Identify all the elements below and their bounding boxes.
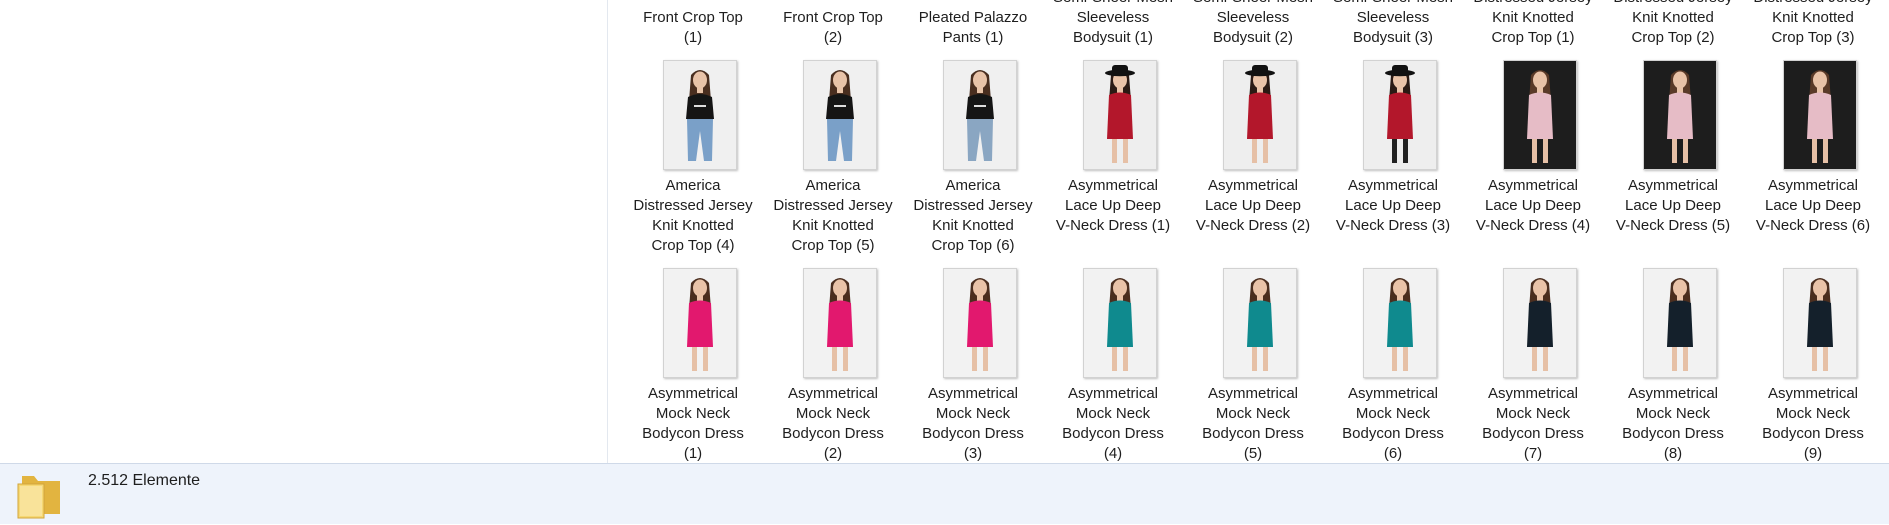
file-name-label: Asymmetrical Mock Neck Bodycon Dress (8) (1622, 385, 1724, 462)
file-name-label: Semi-Sheer MeshSleevelessBodysuit (2) (1193, 0, 1313, 46)
file-thumbnail[interactable] (803, 60, 877, 170)
file-thumbnail[interactable] (1783, 268, 1857, 378)
file-thumbnail[interactable] (1783, 60, 1857, 170)
folder-icon (14, 470, 66, 520)
file-thumbnail[interactable] (1223, 60, 1297, 170)
navigation-pane[interactable] (0, 0, 608, 463)
file-name-label: Pleated Palazzo Pants (1) (918, 9, 1028, 46)
status-bar: 2.512 Elemente (0, 463, 1889, 524)
file-name-label: Distressed JerseyKnit KnottedCrop Top (2… (1613, 0, 1732, 46)
file-name-label: Asymmetrical Lace Up Deep V-Neck Dress (5) (1615, 177, 1731, 234)
file-name-label: Asymmetrical Lace Up Deep V-Neck Dress (1) (1055, 177, 1171, 234)
file-thumbnail[interactable] (1223, 268, 1297, 378)
file-thumbnail[interactable] (663, 60, 737, 170)
file-thumbnail[interactable] (1643, 60, 1717, 170)
item-count: 2.512 Elemente (88, 472, 201, 489)
file-thumbnail[interactable] (1363, 60, 1437, 170)
file-name-label: America Distressed Jersey Knit Knotted Crop… (773, 177, 893, 254)
file-thumbnail[interactable] (1643, 268, 1717, 378)
file-name-label: Asymmetrical Mock Neck Bodycon Dress (6) (1342, 385, 1444, 462)
file-name-label: Asymmetrical Lace Up Deep V-Neck Dress (3) (1335, 177, 1451, 234)
file-list-view[interactable]: Front Crop Top (1) Front Crop Top (2) Pleate… (608, 0, 1889, 463)
file-thumbnail[interactable] (1503, 60, 1577, 170)
file-name-label: Front Crop Top (2) (783, 9, 883, 46)
file-name-label: Asymmetrical Mock Neck Bodycon Dress (5) (1202, 385, 1304, 462)
file-thumbnail[interactable] (663, 268, 737, 378)
file-name-label: Asymmetrical Lace Up Deep V-Neck Dress (6) (1755, 177, 1871, 234)
file-name-label: Semi-Sheer MeshSleevelessBodysuit (1) (1053, 0, 1173, 46)
file-name-label: America Distressed Jersey Knit Knotted Crop… (633, 177, 753, 254)
file-name-label: Asymmetrical Mock Neck Bodycon Dress (9) (1762, 385, 1864, 462)
file-name-label: Asymmetrical Mock Neck Bodycon Dress (4) (1062, 385, 1164, 462)
file-thumbnail[interactable] (943, 60, 1017, 170)
file-name-label: Asymmetrical Mock Neck Bodycon Dress (1) (642, 385, 744, 462)
file-name-label: Asymmetrical Lace Up Deep V-Neck Dress (2) (1195, 177, 1311, 234)
file-name-label: Semi-Sheer MeshSleevelessBodysuit (3) (1333, 0, 1453, 46)
file-name-label: Distressed JerseyKnit KnottedCrop Top (3… (1753, 0, 1872, 46)
file-thumbnail[interactable] (1363, 268, 1437, 378)
file-name-label: Asymmetrical Mock Neck Bodycon Dress (3) (922, 385, 1024, 462)
file-name-label: Front Crop Top (1) (643, 9, 743, 46)
file-name-label: Asymmetrical Lace Up Deep V-Neck Dress (4) (1475, 177, 1591, 234)
file-thumbnail[interactable] (943, 268, 1017, 378)
file-thumbnail[interactable] (803, 268, 877, 378)
file-name-label: Distressed JerseyKnit KnottedCrop Top (1… (1473, 0, 1592, 46)
file-name-label: Asymmetrical Mock Neck Bodycon Dress (2) (782, 385, 884, 462)
file-name-label: Asymmetrical Mock Neck Bodycon Dress (7) (1482, 385, 1584, 462)
file-name-label: America Distressed Jersey Knit Knotted Crop… (913, 177, 1033, 254)
file-thumbnail[interactable] (1083, 60, 1157, 170)
file-thumbnail[interactable] (1503, 268, 1577, 378)
file-thumbnail[interactable] (1083, 268, 1157, 378)
